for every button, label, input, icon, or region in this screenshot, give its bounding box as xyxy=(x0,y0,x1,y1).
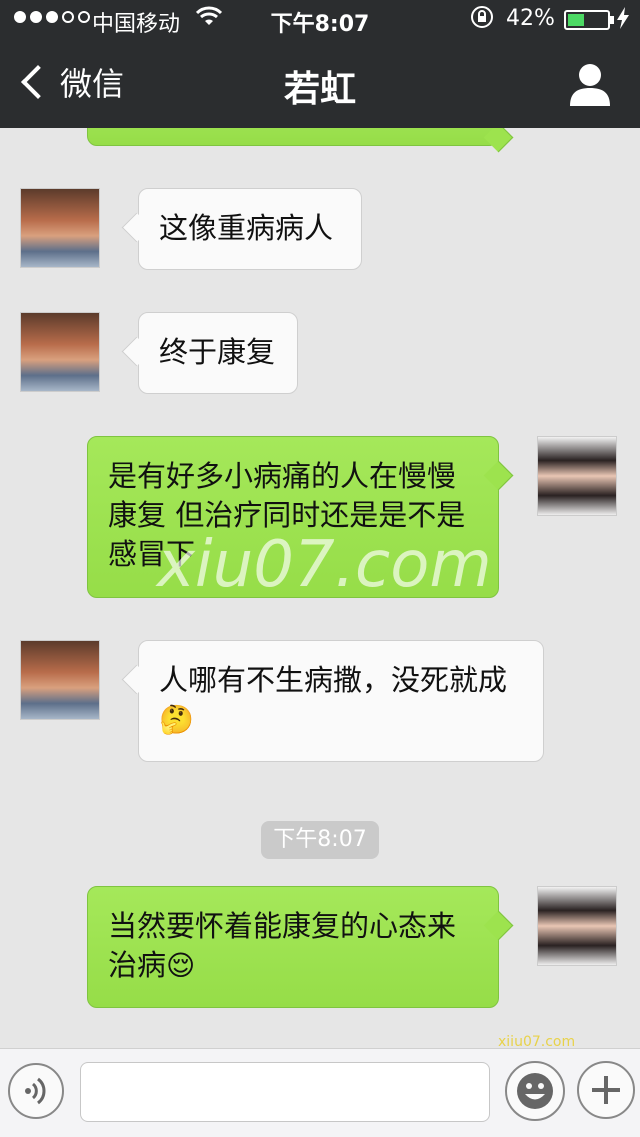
voice-button[interactable] xyxy=(8,1063,64,1119)
more-button[interactable] xyxy=(577,1061,635,1119)
message-bubble-outgoing[interactable]: 当然要怀着能康复的心态来治病😌 xyxy=(87,886,499,1008)
navigation-bar: 微信 若虹 xyxy=(0,40,640,128)
person-icon xyxy=(570,64,610,106)
voice-icon xyxy=(25,1077,46,1105)
message-text: 当然要怀着能康复的心态来治病 xyxy=(108,909,457,982)
message-bubble-outgoing[interactable]: 是有好多小病痛的人在慢慢康复 但治疗同时还是是不是感冒下 xyxy=(87,436,499,598)
message-text: 人哪有不生病撒，没死就成 xyxy=(159,663,508,697)
message-bubble-incoming[interactable]: 这像重病病人 xyxy=(138,188,362,270)
time-divider: 下午8:07 xyxy=(261,821,379,859)
status-bar: 中国移动 下午8:07 42% xyxy=(0,0,640,40)
charging-bolt-icon xyxy=(616,6,630,35)
message-text: 是有好多小病痛的人在慢慢康复 但治疗同时还是是不是感冒下 xyxy=(108,459,466,571)
chat-title: 若虹 xyxy=(283,69,356,110)
my-avatar[interactable] xyxy=(537,436,617,516)
message-text: 终于康复 xyxy=(159,335,276,369)
relieved-emoji-icon: 😌 xyxy=(166,949,196,982)
rotation-lock-icon xyxy=(470,5,494,35)
message-text: 这像重病病人 xyxy=(159,211,334,245)
chat-area[interactable]: 这像重病病人 终于康复 是有好多小病痛的人在慢慢康复 但治疗同时还是是不是感冒下… xyxy=(0,128,640,1048)
friend-avatar[interactable] xyxy=(20,640,100,720)
profile-button[interactable] xyxy=(564,62,616,108)
battery-percentage: 42% xyxy=(506,6,555,31)
thinking-emoji-icon: 🤔 xyxy=(159,703,194,736)
my-avatar[interactable] xyxy=(537,886,617,966)
message-bubble-incoming[interactable]: 终于康复 xyxy=(138,312,298,394)
battery-icon xyxy=(564,10,614,30)
friend-avatar[interactable] xyxy=(20,188,100,268)
previous-message-bubble xyxy=(87,128,499,146)
friend-avatar[interactable] xyxy=(20,312,100,392)
message-input[interactable] xyxy=(80,1062,490,1122)
plus-icon xyxy=(592,1076,620,1104)
emoji-button[interactable] xyxy=(505,1061,565,1121)
input-bar xyxy=(0,1048,640,1137)
smiley-icon xyxy=(517,1073,553,1109)
message-bubble-incoming[interactable]: 人哪有不生病撒，没死就成 🤔 xyxy=(138,640,544,762)
